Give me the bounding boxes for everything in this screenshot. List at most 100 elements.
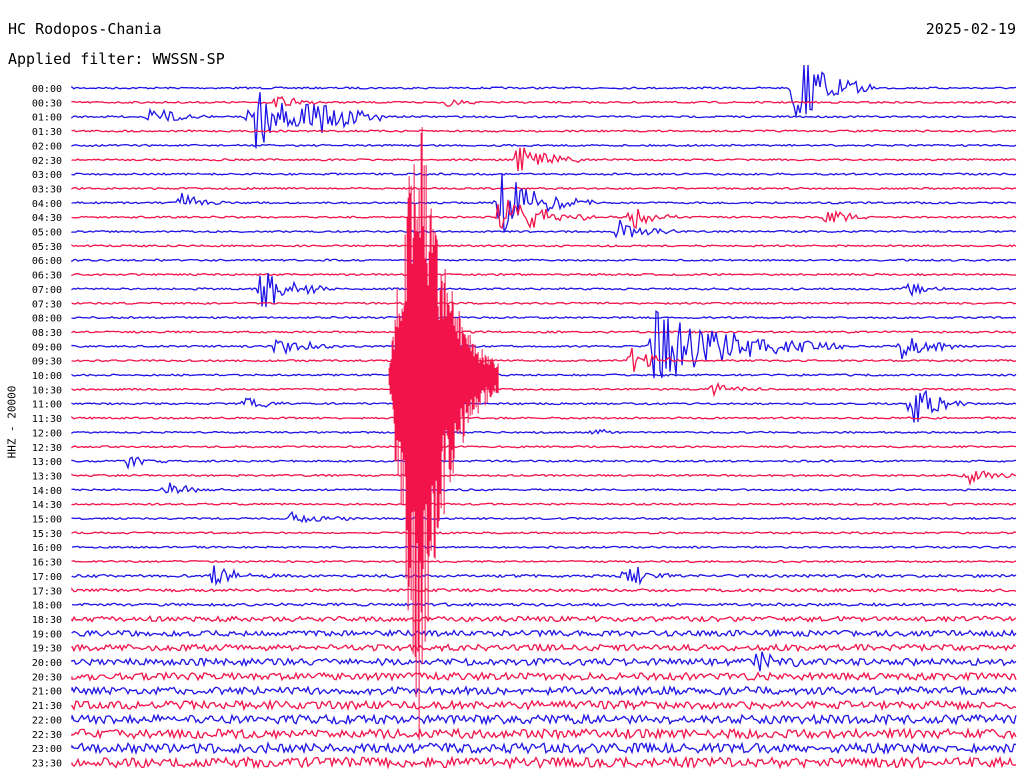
row-time-label: 04:30 xyxy=(32,213,62,224)
station-title: HC Rodopos-Chania xyxy=(8,20,162,38)
seismic-trace xyxy=(71,219,1017,239)
seismic-trace xyxy=(71,651,1017,672)
row-time-label: 00:30 xyxy=(32,98,62,109)
seismic-trace xyxy=(71,96,1017,108)
row-time-label: 01:00 xyxy=(32,113,62,124)
seismic-trace xyxy=(71,545,1017,549)
row-time-label: 05:30 xyxy=(32,242,62,253)
seismic-trace xyxy=(71,510,1017,524)
row-time-label: 06:30 xyxy=(32,271,62,282)
row-time-label: 01:30 xyxy=(32,127,62,138)
row-time-label: 21:30 xyxy=(32,701,62,712)
seismic-trace xyxy=(71,172,1017,176)
seismic-trace xyxy=(71,470,1017,487)
seismic-trace xyxy=(71,445,1017,449)
seismic-trace xyxy=(71,713,1017,727)
row-time-label: 14:00 xyxy=(32,486,62,497)
row-time-label: 15:30 xyxy=(32,529,62,540)
row-time-label: 16:30 xyxy=(32,558,62,569)
date-label: 2025-02-19 xyxy=(925,20,1016,38)
row-time-label: 11:00 xyxy=(32,400,62,411)
row-time-label: 07:00 xyxy=(32,285,62,296)
seismic-trace xyxy=(71,147,1017,172)
row-time-label: 16:00 xyxy=(32,543,62,554)
seismic-trace xyxy=(71,726,1017,741)
seismic-trace xyxy=(71,559,1017,564)
row-time-label: 20:00 xyxy=(32,658,62,669)
seismic-trace xyxy=(71,310,1017,379)
seismic-trace xyxy=(71,272,1017,277)
row-time-label: 23:30 xyxy=(32,758,62,769)
seismic-trace xyxy=(71,642,1017,653)
seismic-trace xyxy=(71,64,1017,117)
row-time-label: 13:30 xyxy=(32,471,62,482)
row-time-label: 17:00 xyxy=(32,572,62,583)
seismic-trace xyxy=(71,456,1017,470)
seismic-trace xyxy=(71,670,1017,682)
helicorder-plot: 00:00 00:30 01:00 01:30 02:00 02:30 03:00 03:30… xyxy=(32,64,1017,770)
row-time-label: 15:00 xyxy=(32,515,62,526)
row-time-label: 20:30 xyxy=(32,672,62,683)
seismic-trace xyxy=(71,244,1017,248)
channel-label: HHZ - 20000 xyxy=(5,385,19,459)
seismic-trace xyxy=(71,258,1017,263)
row-time-label: 12:00 xyxy=(32,428,62,439)
row-time-label: 09:00 xyxy=(32,342,62,353)
row-time-label: 05:00 xyxy=(32,228,62,239)
seismic-trace xyxy=(71,531,1017,535)
row-time-label: 23:00 xyxy=(32,744,62,755)
seismic-trace xyxy=(71,755,1017,770)
seismic-trace xyxy=(71,602,1017,608)
row-time-label: 02:30 xyxy=(32,156,62,167)
seismic-trace xyxy=(71,92,1017,149)
row-time-label: 02:00 xyxy=(32,141,62,152)
row-time-label: 11:30 xyxy=(32,414,62,425)
seismic-trace xyxy=(71,565,1017,587)
row-time-label: 22:00 xyxy=(32,715,62,726)
row-time-label: 09:30 xyxy=(32,357,62,368)
seismic-trace xyxy=(71,129,1017,133)
seismic-trace xyxy=(71,502,1017,506)
seismic-trace xyxy=(71,315,1017,320)
seismic-trace xyxy=(71,173,1017,233)
row-time-label: 18:30 xyxy=(32,615,62,626)
row-time-label: 00:00 xyxy=(32,84,62,95)
seismic-trace xyxy=(71,143,1017,148)
seismic-trace xyxy=(71,416,1017,420)
seismic-trace xyxy=(71,186,1017,191)
row-time-label: 18:00 xyxy=(32,601,62,612)
row-time-label: 19:30 xyxy=(32,644,62,655)
row-time-label: 10:30 xyxy=(32,385,62,396)
seismic-trace xyxy=(71,698,1017,712)
seismic-trace xyxy=(71,273,1017,308)
seismic-trace xyxy=(71,347,1017,372)
row-time-label: 19:00 xyxy=(32,629,62,640)
seismic-trace xyxy=(71,684,1017,697)
seismic-trace xyxy=(71,330,1017,334)
seismic-trace xyxy=(71,615,1017,623)
row-time-label: 17:30 xyxy=(32,586,62,597)
row-time-label: 13:00 xyxy=(32,457,62,468)
row-time-label: 06:00 xyxy=(32,256,62,267)
row-time-label: 03:00 xyxy=(32,170,62,181)
filter-label: Applied filter: WWSSN-SP xyxy=(8,50,225,68)
row-time-label: 14:30 xyxy=(32,500,62,511)
row-time-label: 22:30 xyxy=(32,730,62,741)
row-time-label: 04:00 xyxy=(32,199,62,210)
seismic-trace xyxy=(71,381,1017,398)
row-time-label: 21:00 xyxy=(32,687,62,698)
row-time-label: 10:00 xyxy=(32,371,62,382)
row-time-label: 12:30 xyxy=(32,443,62,454)
seismic-trace xyxy=(71,587,1017,593)
seismic-trace xyxy=(71,373,1017,377)
seismic-trace xyxy=(71,482,1017,495)
seismic-trace xyxy=(71,628,1017,638)
row-time-label: 03:30 xyxy=(32,184,62,195)
seismic-trace xyxy=(71,741,1017,756)
seismic-trace xyxy=(71,428,1017,435)
seismic-trace xyxy=(71,199,1017,230)
row-time-label: 08:00 xyxy=(32,314,62,325)
row-time-label: 08:30 xyxy=(32,328,62,339)
seismic-trace xyxy=(71,301,1017,305)
row-time-label: 07:30 xyxy=(32,299,62,310)
